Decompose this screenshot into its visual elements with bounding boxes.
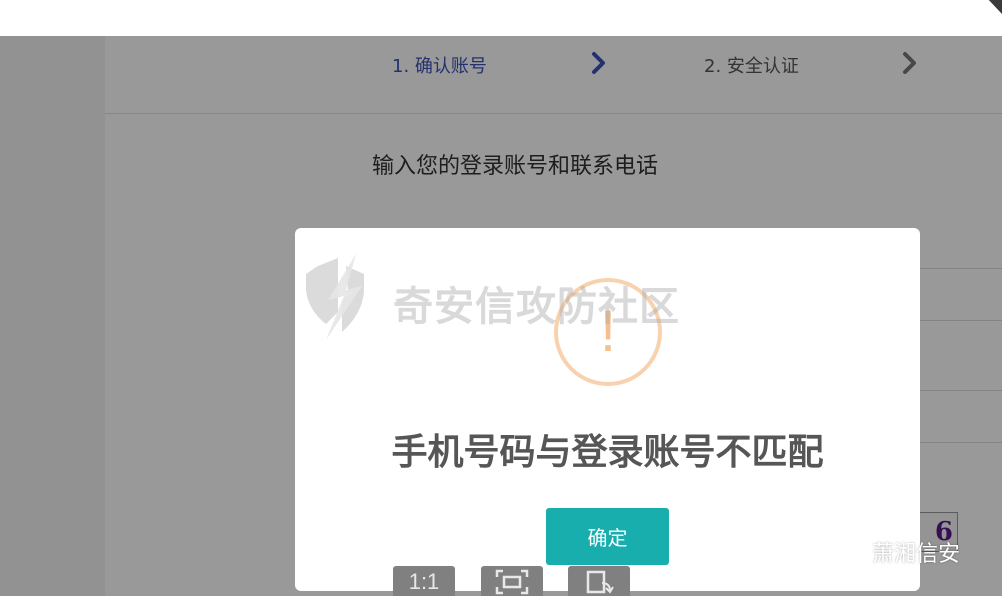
wechat-account-badge: 萧湘信安 xyxy=(818,532,960,572)
fit-screen-button[interactable] xyxy=(481,566,543,596)
confirm-button[interactable]: 确定 xyxy=(546,508,669,565)
actual-size-button[interactable]: 1:1 xyxy=(393,566,455,596)
rotate-icon xyxy=(586,570,614,594)
warning-icon: ! xyxy=(554,278,662,386)
corner-decoration xyxy=(988,0,1002,14)
dialog-message: 手机号码与登录账号不匹配 xyxy=(391,432,824,473)
browser-top-bar xyxy=(0,0,1002,36)
exclamation-mark: ! xyxy=(599,299,617,364)
wechat-icon xyxy=(819,536,861,567)
rotate-button[interactable] xyxy=(568,566,630,596)
badge-text: 萧湘信安 xyxy=(872,542,961,567)
fit-screen-icon xyxy=(495,569,529,595)
